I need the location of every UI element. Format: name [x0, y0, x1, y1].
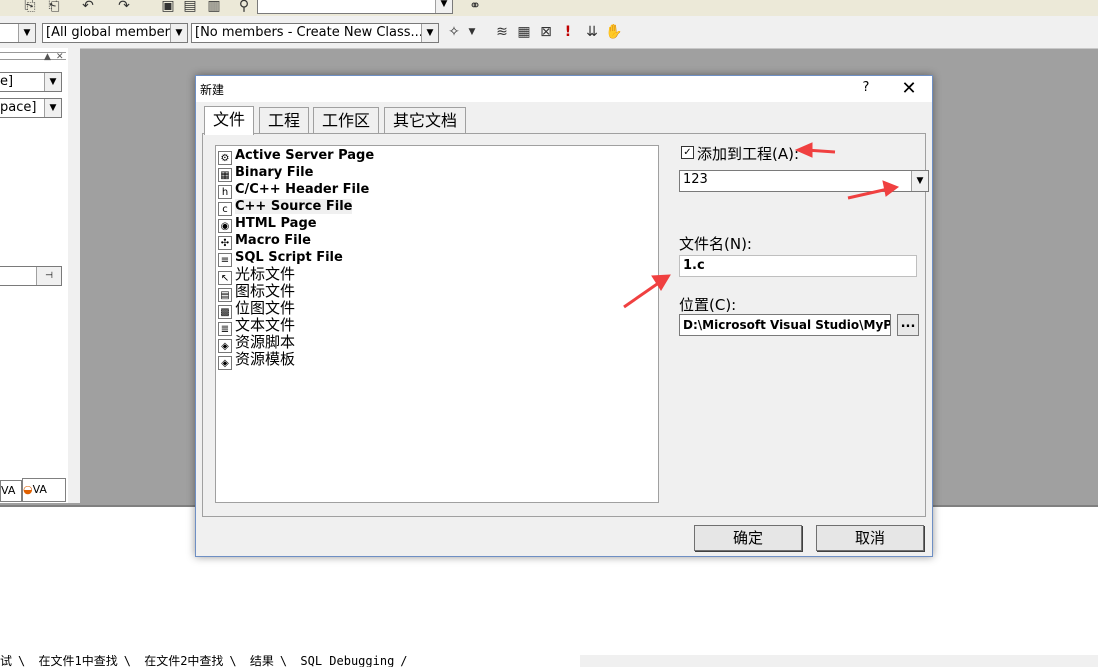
workspace-panel: e] ▼ pace] ▼ ⊣ VA ◒VA	[0, 48, 69, 503]
tab-projects[interactable]: 工程	[259, 107, 310, 134]
source-file-icon: c	[218, 202, 232, 216]
list-item[interactable]: ≡ SQL Script File	[218, 249, 343, 267]
va-tab-1[interactable]: VA	[0, 480, 22, 502]
workspace-combo-2[interactable]: pace] ▼	[0, 98, 62, 118]
list-item-label: Binary File	[235, 165, 314, 180]
project-combo[interactable]: 123 ▼	[679, 170, 929, 192]
list-item[interactable]: ◉ HTML Page	[218, 215, 317, 233]
tab-files[interactable]: 文件	[204, 106, 255, 135]
list-item[interactable]: ↖ 光标文件	[218, 265, 296, 285]
wizard-action-icon[interactable]: ✧	[444, 22, 464, 42]
standard-toolbar: ⎘ ⎗ ↶ ↷ ▣ ▤ ▥ ⚲ ▼ ⚭	[0, 0, 1098, 17]
list-item-label: C/C++ Header File	[235, 182, 370, 197]
list-item-label: 资源脚本	[235, 333, 296, 351]
stop-build-icon[interactable]: ⊠	[536, 22, 556, 42]
file-type-list[interactable]: ⚙ Active Server Page ▦ Binary File h C/C++ He…	[215, 145, 659, 503]
html-page-icon: ◉	[218, 219, 232, 233]
window-list-icon[interactable]: ▥	[204, 0, 224, 16]
list-item[interactable]: ▤ 图标文件	[218, 282, 296, 302]
list-item-label: Macro File	[235, 233, 311, 248]
list-item-label: 光标文件	[235, 265, 296, 283]
filename-label: 文件名(N):	[679, 235, 752, 253]
location-field[interactable]: D:\Microsoft Visual Studio\MyPro	[679, 314, 891, 336]
workspace-icon[interactable]: ▣	[158, 0, 178, 16]
list-item[interactable]: ≣ 文本文件	[218, 316, 296, 336]
undo-icon[interactable]: ↶	[78, 0, 98, 16]
browse-button[interactable]: ...	[897, 314, 919, 336]
arrow-icon: ▲	[44, 52, 51, 62]
workspace-combo-1[interactable]: e] ▼	[0, 72, 62, 92]
list-item-label: HTML Page	[235, 216, 317, 231]
list-item[interactable]: ⚙ Active Server Page	[218, 147, 375, 165]
close-icon[interactable]: ✕	[896, 78, 922, 100]
list-item[interactable]: ◈ 资源模板	[218, 350, 296, 370]
list-item-label: 文本文件	[235, 316, 296, 334]
tab-workspaces[interactable]: 工作区	[313, 107, 380, 134]
go-icon[interactable]: ⇊	[582, 22, 602, 42]
tab-panel: ⚙ Active Server Page ▦ Binary File h C/C++ He…	[202, 133, 929, 517]
splitter[interactable]	[68, 48, 80, 503]
va-tab-2[interactable]: ◒VA	[22, 478, 66, 502]
list-item[interactable]: ◈ 资源脚本	[218, 333, 296, 353]
redo-icon[interactable]: ↷	[114, 0, 134, 16]
add-to-project-label: 添加到工程(A):	[697, 145, 800, 163]
compile-icon[interactable]: ≋	[492, 22, 512, 42]
filename-field[interactable]: 1.c	[679, 255, 917, 277]
member-filter-combo[interactable]: [No members - Create New Class...] ▼	[191, 23, 439, 43]
output-tabs: 试 \ 在文件1中查找 \ 在文件2中查找 \ 结果 \ SQL Debugging /	[0, 655, 580, 667]
output-tab[interactable]: 试	[0, 655, 12, 667]
find-in-files-icon[interactable]: ⚭	[465, 0, 485, 16]
macro-file-icon: ✣	[218, 236, 232, 250]
class-filter-combo[interactable]: [All global members ▼	[42, 23, 188, 43]
list-item-label: Active Server Page	[235, 148, 375, 163]
list-item-label: 位图文件	[235, 299, 296, 317]
list-item-label: 资源模板	[235, 350, 296, 368]
dialog-title: 新建	[200, 83, 225, 97]
breakpoint-hand-icon[interactable]: ✋	[604, 22, 624, 42]
header-file-icon: h	[218, 185, 232, 199]
paste-icon[interactable]: ⎗	[44, 0, 64, 16]
location-label: 位置(C):	[679, 296, 737, 314]
output-tab[interactable]: SQL Debugging	[300, 655, 394, 667]
list-item[interactable]: ▦ Binary File	[218, 164, 314, 182]
workspace-combo-3[interactable]: ⊣	[0, 266, 62, 286]
output-icon[interactable]: ▤	[180, 0, 200, 16]
list-item-label: C++ Source File	[235, 199, 353, 214]
copy-icon[interactable]: ⎘	[20, 0, 40, 16]
scrollbar[interactable]	[580, 655, 1098, 667]
dialog-titlebar: 新建 ? ✕	[196, 76, 932, 102]
list-item[interactable]: ✣ Macro File	[218, 232, 311, 250]
list-item-label: 图标文件	[235, 282, 296, 300]
list-item[interactable]: c C++ Source File	[218, 198, 353, 216]
list-item-label: SQL Script File	[235, 250, 343, 265]
chevron-down-icon[interactable]: ▼	[462, 22, 482, 42]
output-tab[interactable]: 结果	[250, 655, 274, 667]
resource-template-icon: ◈	[218, 356, 232, 370]
wizard-bar: ▼ [All global members ▼ [No members - Cre…	[0, 16, 1098, 49]
arrow-icon: ✕	[56, 52, 64, 62]
scope-combo[interactable]: ▼	[0, 23, 36, 43]
tab-other-documents[interactable]: 其它文档	[384, 107, 467, 134]
find-combo[interactable]: ▼	[257, 0, 453, 14]
list-item[interactable]: ▩ 位图文件	[218, 299, 296, 319]
execute-icon[interactable]: !	[558, 22, 578, 42]
output-tab[interactable]: 在文件1中查找	[38, 655, 117, 667]
cancel-button[interactable]: 取消	[816, 525, 924, 551]
help-button[interactable]: ?	[858, 80, 874, 98]
va-icon: ◒	[23, 483, 33, 496]
output-tab[interactable]: 在文件2中查找	[144, 655, 223, 667]
build-icon[interactable]: ▦	[514, 22, 534, 42]
new-dialog: 新建 ? ✕ 文件 工程 工作区 其它文档 ⚙ Active Server Pag…	[195, 75, 933, 557]
asp-icon: ⚙	[218, 151, 232, 165]
find-icon[interactable]: ⚲	[234, 0, 254, 16]
sql-file-icon: ≡	[218, 253, 232, 267]
binary-file-icon: ▦	[218, 168, 232, 182]
add-to-project-checkbox[interactable]: ✓	[681, 146, 694, 159]
ok-button[interactable]: 确定	[694, 525, 802, 551]
list-item[interactable]: h C/C++ Header File	[218, 181, 370, 199]
